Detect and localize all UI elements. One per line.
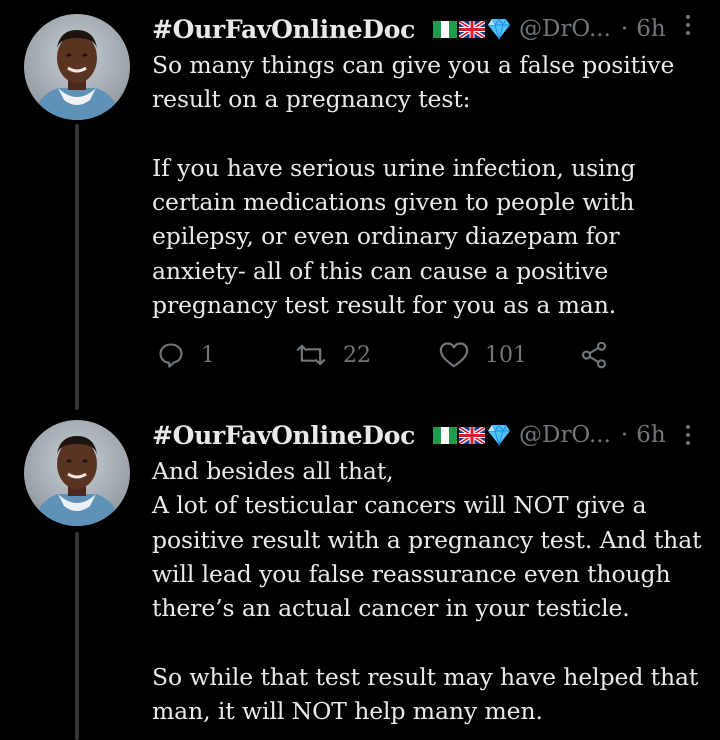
nigeria-flag-icon — [433, 426, 457, 444]
tweet-actions: 1 22 101 — [157, 338, 637, 372]
author-handle[interactable]: @DrO... — [519, 16, 611, 42]
reply-icon — [159, 343, 183, 368]
separator-dot: · — [620, 16, 629, 42]
retweet-count: 22 — [343, 342, 371, 368]
author-handle[interactable]: @DrO... — [519, 422, 611, 448]
avatar[interactable] — [24, 420, 130, 526]
badges — [433, 424, 511, 446]
nigeria-flag-icon — [433, 20, 457, 38]
tweet-text: So many things can give you a false posi… — [152, 51, 675, 320]
more-options-icon[interactable] — [678, 8, 698, 42]
retweet-button[interactable]: 22 — [295, 338, 371, 372]
retweet-icon — [296, 344, 326, 366]
author-name[interactable]: #OurFavOnlineDoc — [152, 15, 415, 44]
gem-icon — [488, 18, 510, 40]
gem-icon — [488, 424, 510, 446]
tweet-header: #OurFavOnlineDoc @DrO... · 6h — [152, 418, 690, 452]
heart-icon — [439, 342, 469, 368]
reply-count: 1 — [201, 342, 215, 368]
avatar[interactable] — [24, 14, 130, 120]
uk-flag-icon — [459, 426, 485, 444]
share-icon — [581, 341, 607, 369]
share-button[interactable] — [579, 338, 609, 372]
badges — [433, 18, 511, 40]
separator-dot: · — [620, 422, 629, 448]
avatar-image — [24, 14, 130, 120]
reply-button[interactable]: 1 — [157, 338, 215, 372]
tweet-text: And besides all that, A lot of testicula… — [152, 457, 702, 726]
like-count: 101 — [485, 342, 527, 368]
tweet[interactable]: #OurFavOnlineDoc @DrO... · 6h — [0, 0, 720, 410]
timestamp[interactable]: 6h — [636, 422, 665, 448]
uk-flag-icon — [459, 20, 485, 38]
timestamp[interactable]: 6h — [636, 16, 665, 42]
avatar-image — [24, 420, 130, 526]
author-name[interactable]: #OurFavOnlineDoc — [152, 421, 415, 450]
tweet-header: #OurFavOnlineDoc @DrO... · 6h — [152, 12, 690, 46]
more-options-icon[interactable] — [678, 418, 698, 452]
tweet[interactable]: #OurFavOnlineDoc @DrO... · 6h — [0, 410, 720, 740]
like-button[interactable]: 101 — [439, 338, 527, 372]
